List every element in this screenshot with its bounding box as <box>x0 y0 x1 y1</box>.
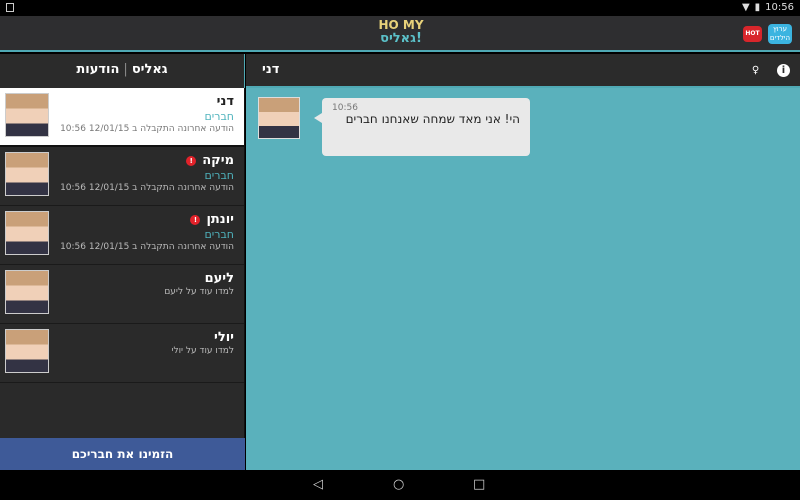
header-title-messages: הודעות <box>76 62 120 77</box>
contact-item[interactable]: דני חברים הודעה אחרונה התקבלה ב 12/01/15… <box>0 88 244 147</box>
sender-avatar <box>258 97 300 139</box>
message-text: הי! אני מאד שמחה שאנחנו חברים <box>345 112 520 126</box>
contact-item[interactable]: ליעם למדו עוד על ליעם <box>0 265 244 324</box>
contact-meta: למדו עוד על ליעם <box>164 287 234 297</box>
app-logo: HO MY גאליס! <box>378 19 424 49</box>
navigation-bar: ◁ ○ □ <box>0 470 800 500</box>
battery-icon: ▮ <box>754 2 761 13</box>
contact-meta: למדו עוד על יולי <box>171 346 234 356</box>
contact-avatar <box>5 152 49 196</box>
contact-list[interactable]: דני חברים הודעה אחרונה התקבלה ב 12/01/15… <box>0 88 245 438</box>
chat-contact-name: דני <box>262 62 280 77</box>
contact-meta: הודעה אחרונה התקבלה ב 12/01/15 10:56 <box>60 183 234 193</box>
contact-group: חברים <box>204 110 234 123</box>
contact-name: דני <box>216 94 234 109</box>
message-bubble: 10:56 הי! אני מאד שמחה שאנחנו חברים <box>314 98 530 156</box>
logo-subtext: גאליס! <box>380 31 422 46</box>
status-time: 10:56 <box>765 2 794 13</box>
contact-item[interactable]: יונתן! חברים הודעה אחרונה התקבלה ב 12/01… <box>0 206 244 265</box>
recents-icon[interactable]: □ <box>473 477 485 492</box>
kids-channel-logo[interactable]: ערוץ הילדים <box>768 24 792 44</box>
contact-item[interactable]: מיקה! חברים הודעה אחרונה התקבלה ב 12/01/… <box>0 147 244 206</box>
unread-badge: ! <box>190 214 201 225</box>
invite-friends-button[interactable]: הזמינו את חבריכם <box>0 438 245 470</box>
header-title-galis: גאליס <box>131 62 168 77</box>
contact-name: ליעם <box>204 271 234 286</box>
chat-area: 10:56 הי! אני מאד שמחה שאנחנו חברים <box>246 88 800 470</box>
chat-header: דני i ♀ <box>246 54 800 88</box>
notification-icon <box>6 3 14 12</box>
status-bar: ▼ ▮ 10:56 <box>0 0 800 16</box>
wifi-icon: ▼ <box>741 2 750 13</box>
contact-avatar <box>5 329 49 373</box>
back-icon[interactable]: ◁ <box>313 477 323 492</box>
contacts-header: גאליס|הודעות <box>0 54 245 88</box>
contact-name: יונתן <box>206 212 234 227</box>
contact-group: חברים <box>204 228 234 241</box>
contact-meta: הודעה אחרונה התקבלה ב 12/01/15 10:56 <box>60 242 234 252</box>
contact-group: חברים <box>204 169 234 182</box>
contact-name: מיקה <box>202 153 234 168</box>
home-icon[interactable]: ○ <box>393 477 404 492</box>
info-icon[interactable]: i <box>777 64 790 77</box>
contact-profile-icon[interactable]: ♀ <box>749 64 762 77</box>
contact-item[interactable]: יולי למדו עוד על יולי <box>0 324 244 383</box>
app-bar: HO MY גאליס! ערוץ הילדים HOT <box>0 16 800 52</box>
contact-avatar <box>5 211 49 255</box>
header-separator: | <box>123 62 128 77</box>
hot-logo[interactable]: HOT <box>743 26 762 42</box>
unread-badge: ! <box>186 155 197 166</box>
contact-avatar <box>5 270 49 314</box>
contact-meta: הודעה אחרונה התקבלה ב 12/01/15 10:56 <box>60 124 234 134</box>
contact-name: יולי <box>214 330 234 345</box>
contact-avatar <box>5 93 49 137</box>
